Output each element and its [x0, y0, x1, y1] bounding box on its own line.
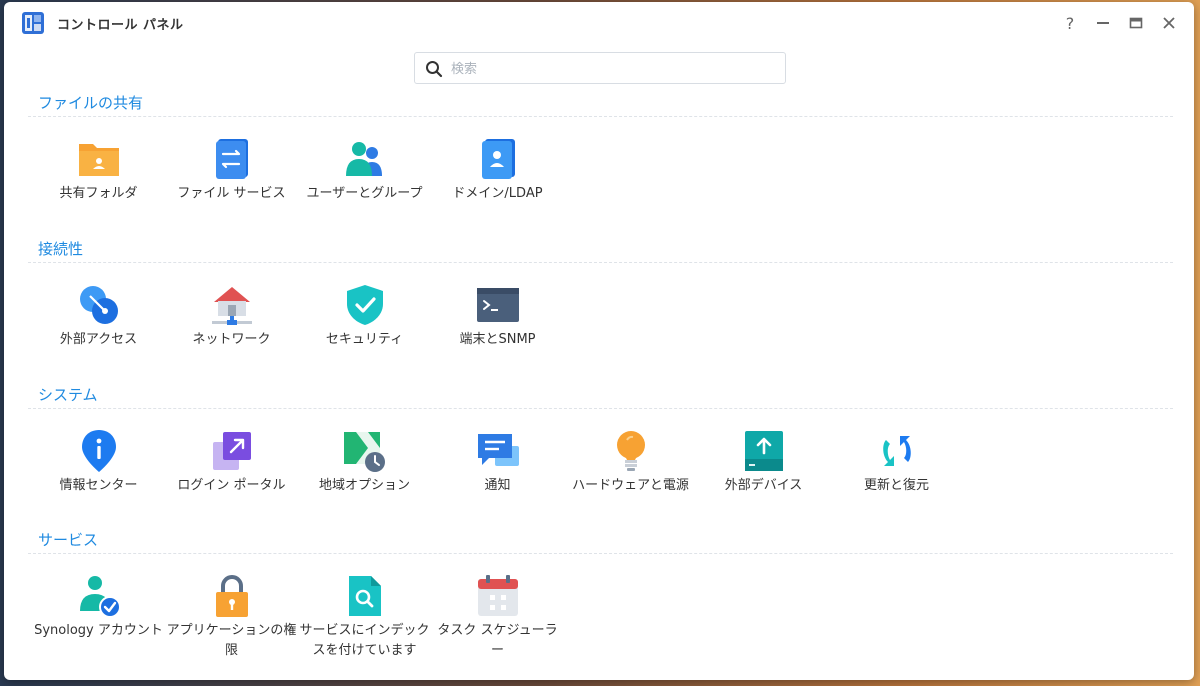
external-devices-icon — [745, 431, 783, 471]
title-bar[interactable]: コントロール パネル ? — [4, 2, 1194, 42]
domain-ldap-icon — [482, 139, 515, 179]
item-terminal-snmp[interactable]: 端末とSNMP — [431, 272, 564, 382]
terminal-snmp-icon — [477, 288, 519, 322]
item-label: 情報センター — [59, 478, 138, 493]
item-info-center[interactable]: 情報センター — [32, 418, 165, 528]
search-input[interactable] — [449, 58, 773, 80]
item-label: 外部アクセス — [59, 332, 138, 347]
item-security[interactable]: セキュリティ — [298, 272, 431, 382]
window-title: コントロール パネル — [57, 18, 184, 33]
item-notification[interactable]: 通知 — [431, 418, 564, 528]
item-task-scheduler[interactable]: タスク スケジューラー — [431, 563, 564, 673]
item-shared-folder[interactable]: 共有フォルダ — [32, 126, 165, 236]
update-restore-icon — [883, 436, 911, 466]
section-system: システム 情報センター ログイン ポータル 地域オプション 通知 ハードウェアと… — [28, 384, 1173, 524]
item-label: ファイル サービス — [177, 186, 286, 201]
item-login-portal[interactable]: ログイン ポータル — [165, 418, 298, 528]
close-button[interactable] — [1159, 13, 1179, 33]
notification-icon — [478, 434, 519, 466]
login-portal-icon — [213, 432, 251, 470]
regional-options-icon — [344, 432, 385, 472]
item-update-restore[interactable]: 更新と復元 — [830, 418, 963, 528]
task-scheduler-icon — [478, 575, 518, 616]
item-external-access[interactable]: 外部アクセス — [32, 272, 165, 382]
section-title: 接続性 — [38, 240, 84, 258]
network-icon — [212, 287, 252, 325]
item-label: アプリケーションの権限 — [166, 623, 297, 658]
item-external-devices[interactable]: 外部デバイス — [697, 418, 830, 528]
security-shield-icon — [347, 285, 383, 325]
shared-folder-icon — [79, 144, 119, 176]
item-users-groups[interactable]: ユーザーとグループ — [298, 126, 431, 236]
search-icon — [426, 61, 443, 78]
info-center-icon — [82, 430, 116, 472]
search-box[interactable] — [414, 52, 786, 84]
item-regional-options[interactable]: 地域オプション — [298, 418, 431, 528]
synology-account-icon — [80, 576, 121, 618]
item-label: ユーザーとグループ — [306, 186, 423, 201]
help-button[interactable]: ? — [1060, 13, 1080, 33]
item-label: ネットワーク — [192, 332, 271, 347]
item-application-privileges[interactable]: アプリケーションの権限 — [165, 563, 298, 673]
minimize-icon — [1097, 22, 1109, 24]
section-file-sharing: ファイルの共有 共有フォルダ ファイル サービス ユーザーとグループ ドメイン/… — [28, 92, 1173, 232]
section-divider — [28, 262, 1173, 263]
close-icon — [1163, 17, 1175, 29]
application-privileges-icon — [216, 575, 248, 617]
item-label: 地域オプション — [318, 478, 410, 493]
users-groups-icon — [346, 142, 382, 176]
item-label: 通知 — [484, 478, 511, 493]
item-label: ハードウェアと電源 — [572, 478, 689, 493]
indexing-service-icon — [349, 576, 381, 616]
item-hardware-power[interactable]: ハードウェアと電源 — [564, 418, 697, 528]
item-label: ログイン ポータル — [177, 478, 286, 493]
item-label: 更新と復元 — [863, 478, 929, 493]
item-label: サービスにインデックスを付けています — [299, 623, 430, 658]
control-panel-window: コントロール パネル ? ファイルの共有 共有フォルダ — [4, 2, 1194, 680]
item-file-services[interactable]: ファイル サービス — [165, 126, 298, 236]
control-panel-app-icon — [22, 12, 44, 34]
item-label: 端末とSNMP — [459, 332, 536, 347]
item-label: タスク スケジューラー — [437, 623, 558, 658]
section-divider — [28, 553, 1173, 554]
item-label: Synology アカウント — [34, 623, 163, 638]
item-network[interactable]: ネットワーク — [165, 272, 298, 382]
item-label: 共有フォルダ — [59, 186, 138, 201]
section-divider — [28, 116, 1173, 117]
item-label: 外部デバイス — [724, 478, 803, 493]
item-label: ドメイン/LDAP — [452, 186, 543, 201]
file-services-icon — [216, 139, 248, 179]
item-domain-ldap[interactable]: ドメイン/LDAP — [431, 126, 564, 236]
section-title: ファイルの共有 — [38, 94, 144, 112]
item-indexing-service[interactable]: サービスにインデックスを付けています — [298, 563, 431, 673]
section-title: サービス — [38, 531, 99, 549]
item-label: セキュリティ — [325, 332, 404, 347]
hardware-power-icon — [617, 431, 645, 471]
maximize-button[interactable] — [1126, 13, 1146, 33]
section-title: システム — [38, 386, 98, 404]
external-access-icon — [80, 286, 118, 324]
section-services: サービス Synology アカウント アプリケーションの権限 サービスにインデ… — [28, 529, 1173, 679]
section-divider — [28, 408, 1173, 409]
section-connectivity: 接続性 外部アクセス ネットワーク セキュリティ 端末とSNMP — [28, 238, 1173, 378]
item-synology-account[interactable]: Synology アカウント — [32, 563, 165, 673]
maximize-icon — [1129, 17, 1143, 29]
minimize-button[interactable] — [1093, 13, 1113, 33]
